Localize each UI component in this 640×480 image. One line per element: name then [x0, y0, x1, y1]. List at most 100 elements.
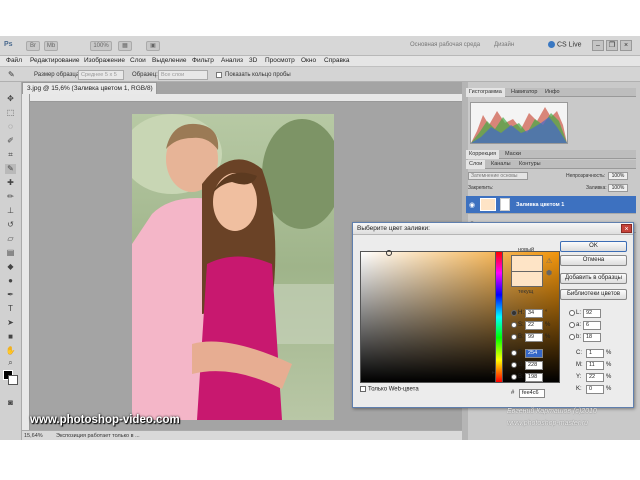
lab-b-field[interactable]: 18: [583, 333, 601, 342]
tab-masks[interactable]: Маски: [502, 150, 524, 159]
menu-filter[interactable]: Фильтр: [192, 57, 214, 64]
zoom-readout[interactable]: 15,64%: [24, 433, 43, 439]
dialog-close-icon[interactable]: ×: [621, 224, 632, 233]
web-colors-checkbox[interactable]: [360, 386, 366, 392]
saturation-field[interactable]: 22: [525, 321, 543, 330]
sample-select[interactable]: Все слои: [158, 70, 208, 80]
workspace-essentials[interactable]: Основная рабочая среда: [410, 42, 480, 48]
hand-tool-icon[interactable]: ✋: [5, 346, 16, 356]
lab-l-field[interactable]: 92: [583, 309, 601, 318]
sample-size-select[interactable]: Среднее 5 х 5: [78, 70, 124, 80]
tab-info[interactable]: Инфо: [542, 88, 563, 97]
shape-tool-icon[interactable]: ■: [5, 332, 16, 342]
hue-slider-handle-icon[interactable]: ▸: [492, 369, 495, 376]
lab-a-field[interactable]: 6: [583, 321, 601, 330]
hue-field[interactable]: 34: [525, 309, 543, 318]
eraser-tool-icon[interactable]: ▱: [5, 234, 16, 244]
menu-3d[interactable]: 3D: [249, 57, 257, 64]
stamp-tool-icon[interactable]: ⊥: [5, 206, 16, 216]
move-tool-icon[interactable]: ✥: [5, 94, 16, 104]
zoom-level-select[interactable]: 100%: [90, 41, 112, 51]
pen-tool-icon[interactable]: ✒: [5, 290, 16, 300]
blue-field[interactable]: 198: [525, 373, 543, 382]
color-field-marker[interactable]: [386, 250, 392, 256]
cyan-field[interactable]: 1: [586, 349, 604, 358]
show-ring-checkbox[interactable]: [216, 72, 222, 78]
tab-adjustments[interactable]: Коррекция: [466, 150, 500, 159]
eye-visibility-icon[interactable]: ◉: [469, 201, 475, 209]
close-window-button[interactable]: ×: [620, 40, 632, 51]
green-field[interactable]: 228: [525, 361, 543, 370]
healing-tool-icon[interactable]: ✚: [5, 178, 16, 188]
lab-a-radio[interactable]: [569, 322, 575, 328]
current-color-swatch[interactable]: [511, 271, 543, 287]
magenta-field[interactable]: 11: [586, 361, 604, 370]
menu-analysis[interactable]: Анализ: [221, 57, 243, 64]
menu-select[interactable]: Выделение: [152, 57, 186, 64]
hue-slider[interactable]: [495, 251, 503, 383]
tab-channels[interactable]: Каналы: [488, 160, 514, 169]
path-select-tool-icon[interactable]: ➤: [5, 318, 16, 328]
brush-tool-icon[interactable]: ✏: [5, 192, 16, 202]
arrange-icon[interactable]: ▦: [118, 41, 132, 51]
menu-edit[interactable]: Редактирование: [30, 57, 80, 64]
blend-mode-select[interactable]: Затемнение основы: [468, 172, 528, 180]
hex-field[interactable]: fee4c6: [519, 389, 545, 398]
quick-mask-icon[interactable]: ◙: [5, 398, 16, 408]
add-to-swatches-button[interactable]: Добавить в образцы: [560, 273, 627, 284]
background-color-swatch[interactable]: [8, 375, 18, 385]
color-libraries-button[interactable]: Библиотеки цветов: [560, 289, 627, 300]
red-field[interactable]: 254: [525, 349, 543, 358]
blur-tool-icon[interactable]: ◆: [5, 262, 16, 272]
menu-help[interactable]: Справка: [324, 57, 350, 64]
ok-button[interactable]: OK: [560, 241, 627, 252]
green-radio[interactable]: [511, 362, 517, 368]
hue-radio[interactable]: [511, 310, 517, 316]
cancel-button[interactable]: Отмена: [560, 255, 627, 266]
blue-radio[interactable]: [511, 374, 517, 380]
tab-navigator[interactable]: Навигатор: [508, 88, 540, 97]
black-field[interactable]: 0: [586, 385, 604, 394]
marquee-tool-icon[interactable]: ⬚: [5, 108, 16, 118]
cs-live-button[interactable]: CS Live: [548, 41, 582, 48]
web-colors-option[interactable]: Только Web-цвета: [360, 386, 419, 393]
tab-histogram[interactable]: Гистограмма: [466, 88, 505, 97]
menu-view[interactable]: Просмотр: [265, 57, 295, 64]
screen-mode-icon[interactable]: ▣: [146, 41, 160, 51]
gradient-tool-icon[interactable]: ▤: [5, 248, 16, 258]
saturation-radio[interactable]: [511, 322, 517, 328]
menu-layers[interactable]: Слои: [130, 57, 146, 64]
opacity-field[interactable]: 100%: [608, 172, 628, 180]
restore-button[interactable]: ❐: [606, 40, 618, 51]
gamut-warning-icon[interactable]: ⚠: [546, 257, 552, 265]
document-tab[interactable]: 3.jpg @ 15,6% (Заливка цветом 1, RGB/8) …: [22, 82, 157, 103]
dodge-tool-icon[interactable]: ●: [5, 276, 16, 286]
brightness-field[interactable]: 99: [525, 333, 543, 342]
menu-file[interactable]: Файл: [6, 57, 22, 64]
yellow-field[interactable]: 22: [586, 373, 604, 382]
eyedropper-tool-icon[interactable]: ✎: [5, 164, 16, 174]
fill-field[interactable]: 100%: [608, 184, 628, 192]
red-radio[interactable]: [511, 350, 517, 356]
history-brush-tool-icon[interactable]: ↺: [5, 220, 16, 230]
bridge-button[interactable]: Br: [26, 41, 40, 51]
workspace-design[interactable]: Дизайн: [494, 42, 514, 48]
quick-select-tool-icon[interactable]: ✐: [5, 136, 16, 146]
lab-b-radio[interactable]: [569, 334, 575, 340]
tab-layers[interactable]: Слои: [466, 160, 486, 169]
menu-image[interactable]: Изображение: [84, 57, 125, 64]
minimize-button[interactable]: –: [592, 40, 604, 51]
menu-window[interactable]: Окно: [301, 57, 316, 64]
eyedropper-tool-icon[interactable]: ✎: [8, 70, 15, 79]
zoom-tool-icon[interactable]: ⌕: [5, 358, 16, 368]
crop-tool-icon[interactable]: ⌗: [5, 150, 16, 160]
lasso-tool-icon[interactable]: ◌: [5, 122, 16, 132]
type-tool-icon[interactable]: T: [5, 304, 16, 314]
lab-l-radio[interactable]: [569, 310, 575, 316]
layer-row[interactable]: ◉ Заливка цветом 1: [466, 196, 636, 214]
site-credit: www.photoshop-master.ru: [507, 420, 589, 427]
mini-bridge-button[interactable]: Mb: [44, 41, 58, 51]
web-safe-cube-icon[interactable]: ⬢: [546, 269, 552, 277]
brightness-radio[interactable]: [511, 334, 517, 340]
tab-paths[interactable]: Контуры: [516, 160, 544, 169]
